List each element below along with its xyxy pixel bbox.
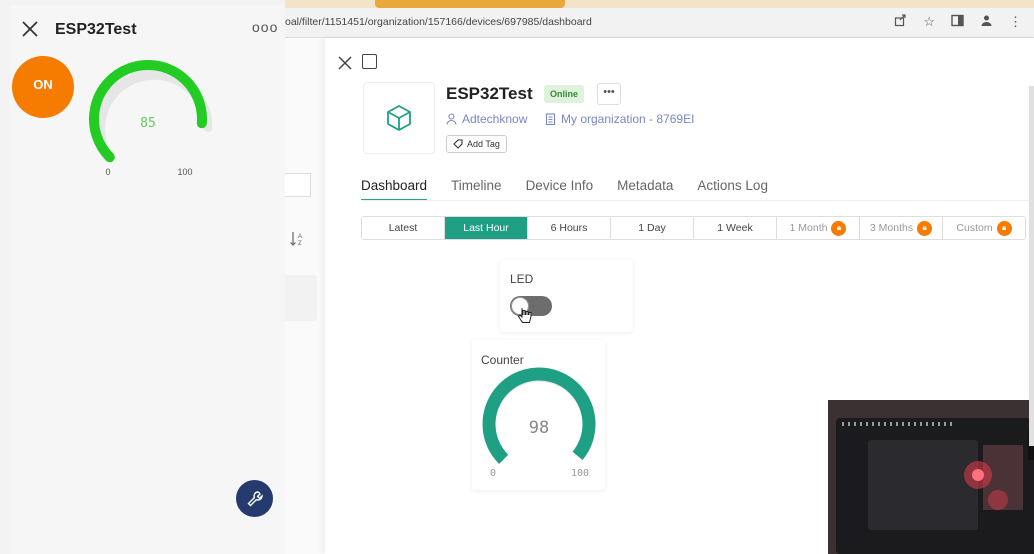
tab-strip xyxy=(285,0,1034,8)
star-icon[interactable]: ☆ xyxy=(923,14,935,30)
status-badge: Online xyxy=(544,85,585,103)
range-last-hour-label: Last Hour xyxy=(463,222,509,234)
range-1-week[interactable]: 1 Week xyxy=(694,217,777,239)
led-widget: LED xyxy=(500,260,633,332)
background-search-input xyxy=(285,173,311,197)
counter-gauge-value: 98 xyxy=(529,418,549,438)
lock-icon: 🔒︎ xyxy=(917,220,933,236)
range-custom[interactable]: Custom 🔒︎ xyxy=(943,217,1025,239)
mobile-device-title: ESP32Test xyxy=(55,21,137,38)
tab-timeline[interactable]: Timeline xyxy=(451,178,502,201)
address-bar[interactable]: oal/filter/1151451/organization/157166/d… xyxy=(285,8,1034,38)
hand-cursor-icon xyxy=(517,308,532,323)
range-latest-label: Latest xyxy=(388,222,418,234)
background-card xyxy=(285,275,317,321)
scrollbar[interactable] xyxy=(1029,86,1034,446)
range-1-day-label: 1 Day xyxy=(638,222,666,234)
mobile-gauge-max: 100 xyxy=(177,167,192,177)
building-icon xyxy=(545,113,556,125)
tab-dashboard[interactable]: Dashboard xyxy=(361,178,428,201)
svg-text:A: A xyxy=(298,234,302,240)
cube-icon xyxy=(387,105,411,131)
counter-gauge-max: 100 xyxy=(571,468,589,479)
background-page: A Z xyxy=(285,38,325,554)
esp32-board-image xyxy=(828,400,1034,554)
range-latest[interactable]: Latest xyxy=(362,217,445,239)
browser-window: oal/filter/1151451/organization/157166/d… xyxy=(285,0,1034,554)
range-6-hours-label: 6 Hours xyxy=(550,222,588,234)
range-6-hours[interactable]: 6 Hours xyxy=(528,217,611,239)
lock-icon: 🔒︎ xyxy=(996,220,1012,236)
led-widget-title: LED xyxy=(510,272,534,286)
tab-device-info[interactable]: Device Info xyxy=(526,178,594,201)
tab-actions-log[interactable]: Actions Log xyxy=(697,178,768,201)
settings-fab[interactable] xyxy=(236,480,273,517)
add-tag-label: Add Tag xyxy=(467,139,500,149)
owner-name[interactable]: Adtechknow xyxy=(462,112,527,126)
device-more-button[interactable]: ••• xyxy=(597,83,621,105)
user-icon xyxy=(446,113,457,125)
counter-widget: Counter 98 0 100 xyxy=(472,340,605,490)
wrench-icon xyxy=(247,490,263,506)
range-last-hour[interactable]: Last Hour xyxy=(445,217,528,239)
device-organization[interactable]: My organization - 8769EI xyxy=(545,112,694,126)
range-3-months[interactable]: 3 Months 🔒︎ xyxy=(860,217,943,239)
counter-gauge: 98 0 100 xyxy=(482,367,596,479)
mobile-more-button[interactable]: ooo xyxy=(252,19,278,35)
counter-gauge-min: 0 xyxy=(490,468,496,479)
organization-name[interactable]: My organization - 8769EI xyxy=(561,112,694,126)
mobile-gauge: 85 0 100 xyxy=(89,60,212,177)
range-1-day[interactable]: 1 Day xyxy=(611,217,694,239)
add-tag-button[interactable]: Add Tag xyxy=(446,135,507,153)
expand-icon[interactable] xyxy=(362,54,377,69)
tab-metadata[interactable]: Metadata xyxy=(617,178,673,201)
url-text[interactable]: oal/filter/1151451/organization/157166/d… xyxy=(285,16,592,28)
range-1-month[interactable]: 1 Month 🔒︎ xyxy=(777,217,860,239)
range-3-months-label: 3 Months xyxy=(869,222,914,234)
time-range-selector: Latest Last Hour 6 Hours 1 Day 1 Week 1 … xyxy=(361,216,1026,240)
sort-icon: A Z xyxy=(290,232,302,247)
range-custom-label: Custom xyxy=(956,222,993,234)
range-1-month-label: 1 Month xyxy=(789,222,828,234)
device-title: ESP32Test xyxy=(446,84,533,103)
counter-gauge-fill xyxy=(482,367,596,464)
on-button[interactable]: ON xyxy=(12,56,74,118)
tabs-divider xyxy=(361,200,1031,201)
tag-icon xyxy=(453,139,463,149)
menu-icon[interactable]: ⋮ xyxy=(1009,14,1022,30)
range-1-week-label: 1 Week xyxy=(717,222,753,234)
active-tab[interactable] xyxy=(375,0,565,8)
mobile-gauge-value: 85 xyxy=(140,116,156,131)
mobile-gauge-min: 0 xyxy=(105,167,110,177)
device-image xyxy=(363,82,435,154)
profile-icon[interactable] xyxy=(980,14,993,27)
mobile-app-panel: ESP32Test ooo ON 85 0 100 xyxy=(10,5,285,554)
sidebar-icon[interactable] xyxy=(951,14,964,27)
svg-text:Z: Z xyxy=(298,241,302,247)
device-owner[interactable]: Adtechknow xyxy=(446,112,527,126)
lock-icon: 🔒︎ xyxy=(831,220,847,236)
device-panel: ESP32Test Online ••• Adtechknow My organ… xyxy=(325,38,1034,554)
device-tabs: Dashboard Timeline Device Info Metadata … xyxy=(361,178,792,201)
browser-toolbar: ☆ ⋮ xyxy=(894,14,1022,30)
webcam-overlay xyxy=(828,400,1034,554)
close-icon[interactable] xyxy=(20,19,40,39)
mobile-header: ESP32Test ooo xyxy=(10,5,285,53)
close-icon[interactable] xyxy=(338,56,352,70)
share-icon[interactable] xyxy=(894,14,907,27)
